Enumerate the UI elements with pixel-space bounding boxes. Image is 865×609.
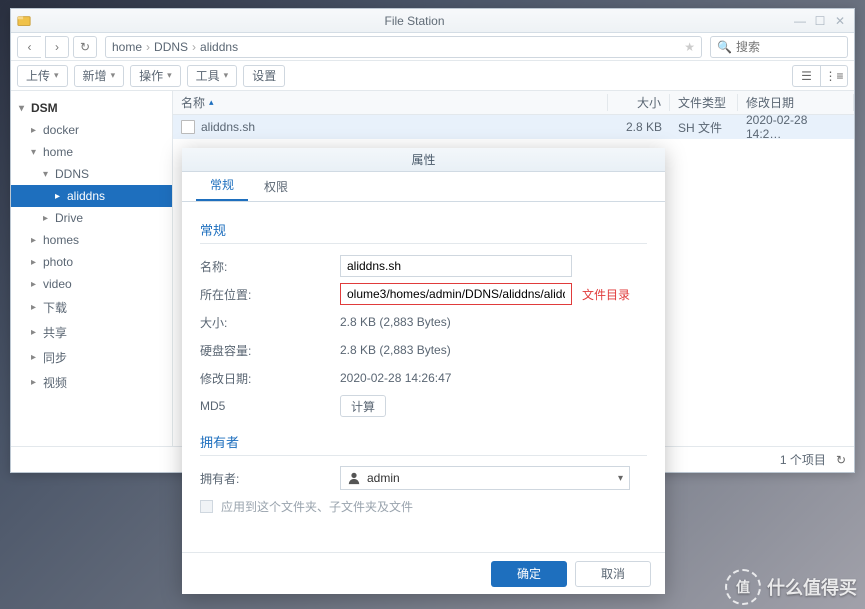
maximize-button[interactable]: ☐ bbox=[812, 13, 828, 29]
label-size: 大小: bbox=[200, 314, 340, 331]
toolbar: 上传▾ 新增▾ 操作▾ 工具▾ 设置 ☰ ⋮≡ bbox=[11, 61, 854, 91]
titlebar: File Station — ☐ ✕ bbox=[11, 9, 854, 33]
value-modified: 2020-02-28 14:26:47 bbox=[340, 371, 451, 385]
search-input[interactable] bbox=[736, 40, 841, 54]
annotation-location: 文件目录 bbox=[582, 286, 630, 303]
search-box[interactable]: 🔍 bbox=[710, 36, 848, 58]
col-size[interactable]: 大小 bbox=[608, 94, 670, 111]
section-general: 常规 bbox=[200, 220, 647, 239]
list-header: 名称 ▴ 大小 文件类型 修改日期 bbox=[173, 91, 854, 115]
forward-button[interactable]: › bbox=[45, 36, 69, 58]
label-disk: 硬盘容量: bbox=[200, 342, 340, 359]
apply-recursive-label: 应用到这个文件夹、子文件夹及文件 bbox=[221, 498, 413, 515]
user-icon bbox=[347, 471, 361, 485]
tree-download[interactable]: ▸下载 bbox=[11, 295, 172, 320]
tree-homes[interactable]: ▸homes bbox=[11, 229, 172, 251]
apply-recursive-checkbox[interactable] bbox=[200, 500, 213, 513]
tree-home[interactable]: ▾home bbox=[11, 141, 172, 163]
col-type[interactable]: 文件类型 bbox=[670, 94, 738, 111]
label-location: 所在位置: bbox=[200, 286, 340, 303]
crumb-home[interactable]: home bbox=[112, 40, 142, 54]
crumb-aliddns[interactable]: aliddns bbox=[200, 40, 238, 54]
tree-share[interactable]: ▸共享 bbox=[11, 320, 172, 345]
input-location[interactable] bbox=[340, 283, 572, 305]
section-owner: 拥有者 bbox=[200, 432, 647, 451]
watermark-icon: 值 bbox=[725, 569, 761, 605]
file-icon bbox=[181, 120, 195, 134]
col-date[interactable]: 修改日期 bbox=[738, 94, 854, 111]
list-icon: ☰ bbox=[801, 69, 812, 83]
tree-ddns[interactable]: ▾DDNS bbox=[11, 163, 172, 185]
sort-button[interactable]: ⋮≡ bbox=[820, 65, 848, 87]
ok-button[interactable]: 确定 bbox=[491, 561, 567, 587]
refresh-icon[interactable]: ↻ bbox=[836, 453, 846, 467]
value-size: 2.8 KB (2,883 Bytes) bbox=[340, 315, 451, 329]
tree-photo[interactable]: ▸photo bbox=[11, 251, 172, 273]
watermark: 值 什么值得买 bbox=[725, 569, 857, 605]
tree-video[interactable]: ▸video bbox=[11, 273, 172, 295]
tree-docker[interactable]: ▸docker bbox=[11, 119, 172, 141]
cancel-button[interactable]: 取消 bbox=[575, 561, 651, 587]
action-button[interactable]: 操作▾ bbox=[130, 65, 181, 87]
reload-button[interactable]: ↻ bbox=[73, 36, 97, 58]
settings-button[interactable]: 设置 bbox=[243, 65, 285, 87]
tools-button[interactable]: 工具▾ bbox=[187, 65, 238, 87]
tab-permission[interactable]: 权限 bbox=[250, 172, 302, 201]
tree-root[interactable]: ▾DSM bbox=[11, 97, 172, 119]
file-row[interactable]: aliddns.sh 2.8 KB SH 文件 2020-02-28 14:2… bbox=[173, 115, 854, 139]
label-name: 名称: bbox=[200, 258, 340, 275]
create-button[interactable]: 新增▾ bbox=[74, 65, 125, 87]
owner-select[interactable]: admin ▾ bbox=[340, 466, 630, 490]
tree-sync[interactable]: ▸同步 bbox=[11, 345, 172, 370]
app-icon bbox=[17, 14, 31, 28]
value-disk: 2.8 KB (2,883 Bytes) bbox=[340, 343, 451, 357]
crumb-ddns[interactable]: DDNS bbox=[154, 40, 188, 54]
properties-dialog: 属性 常规 权限 常规 名称: 所在位置: 文件目录 大小: 2.8 KB (2… bbox=[182, 148, 665, 594]
view-list-button[interactable]: ☰ bbox=[792, 65, 820, 87]
label-modified: 修改日期: bbox=[200, 370, 340, 387]
tree-aliddns[interactable]: ▸aliddns bbox=[11, 185, 172, 207]
col-name[interactable]: 名称 ▴ bbox=[173, 94, 608, 111]
input-name[interactable] bbox=[340, 255, 572, 277]
favorite-icon[interactable]: ★ bbox=[684, 40, 695, 54]
dialog-footer: 确定 取消 bbox=[182, 552, 665, 594]
folder-tree: ▾DSM ▸docker ▾home ▾DDNS ▸aliddns ▸Drive… bbox=[11, 91, 173, 446]
search-icon: 🔍 bbox=[717, 40, 732, 54]
navbar: ‹ › ↻ home › DDNS › aliddns ★ 🔍 bbox=[11, 33, 854, 61]
tab-general[interactable]: 常规 bbox=[196, 170, 248, 201]
dialog-tabs: 常规 权限 bbox=[182, 172, 665, 202]
minimize-button[interactable]: — bbox=[792, 13, 808, 29]
label-md5: MD5 bbox=[200, 399, 340, 413]
back-button[interactable]: ‹ bbox=[17, 36, 41, 58]
tree-video2[interactable]: ▸视频 bbox=[11, 370, 172, 395]
item-count: 1 个项目 bbox=[780, 451, 826, 468]
dialog-title: 属性 bbox=[182, 148, 665, 172]
window-title: File Station bbox=[37, 14, 792, 28]
tree-drive[interactable]: ▸Drive bbox=[11, 207, 172, 229]
close-button[interactable]: ✕ bbox=[832, 13, 848, 29]
upload-button[interactable]: 上传▾ bbox=[17, 65, 68, 87]
chevron-down-icon: ▾ bbox=[618, 473, 623, 484]
md5-calculate-button[interactable]: 计算 bbox=[340, 395, 386, 417]
breadcrumb[interactable]: home › DDNS › aliddns ★ bbox=[105, 36, 702, 58]
sort-icon: ⋮≡ bbox=[824, 69, 843, 83]
label-owner: 拥有者: bbox=[200, 470, 340, 487]
